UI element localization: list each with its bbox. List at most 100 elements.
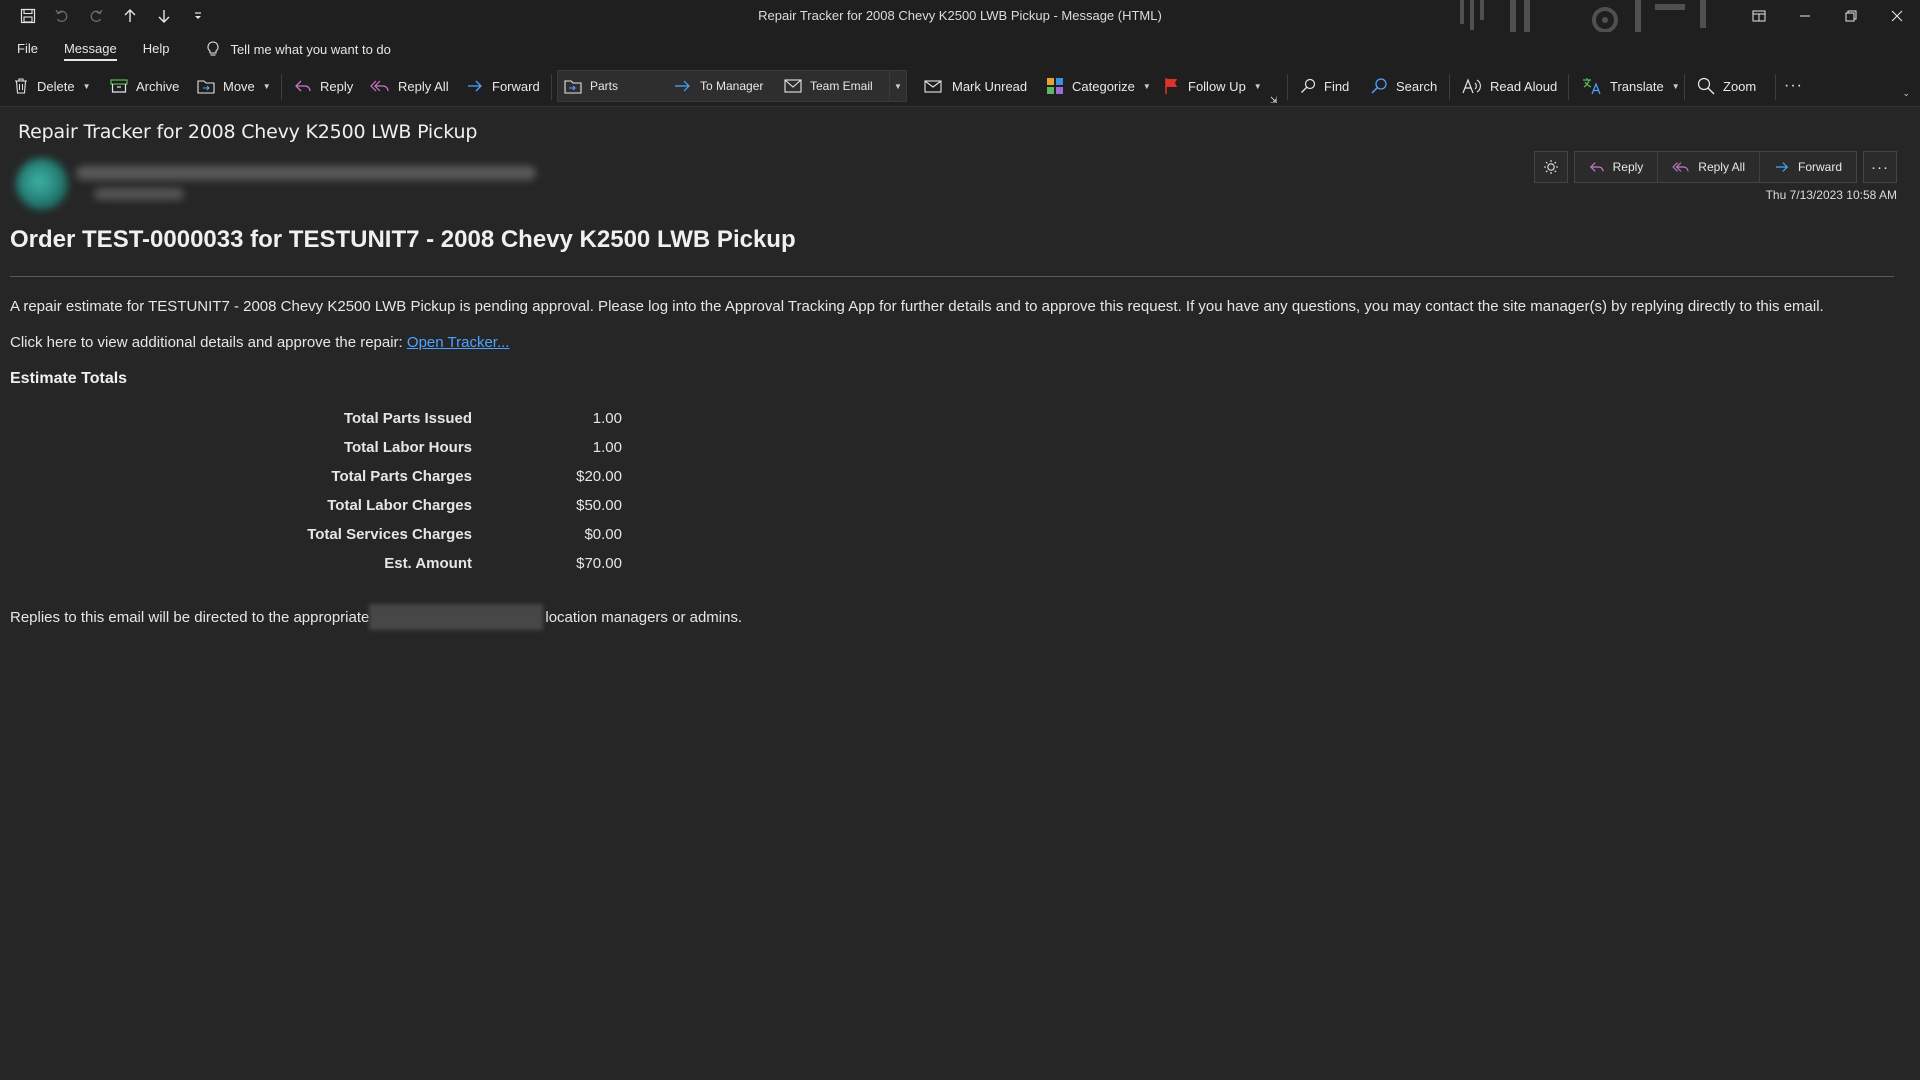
archive-button[interactable]: Archive xyxy=(110,66,179,106)
translate-label: Translate xyxy=(1610,78,1664,94)
delete-button[interactable]: Delete ▼ xyxy=(13,66,91,106)
translate-button[interactable]: Translate ▼ xyxy=(1582,66,1680,106)
quick-step-to-manager-label: To Manager xyxy=(700,79,764,93)
ribbon-separator xyxy=(551,74,552,100)
ribbon-separator xyxy=(1449,74,1450,100)
tell-me-label: Tell me what you want to do xyxy=(230,41,391,57)
header-reply-button[interactable]: Reply xyxy=(1574,152,1659,182)
total-label: Total Services Charges xyxy=(307,526,472,543)
total-label: Total Parts Charges xyxy=(331,468,472,485)
total-label: Total Parts Issued xyxy=(343,410,472,427)
ribbon-separator xyxy=(1287,74,1288,100)
tab-file[interactable]: File xyxy=(4,32,51,66)
archive-label: Archive xyxy=(136,78,180,94)
tell-me-search[interactable]: Tell me what you want to do xyxy=(206,41,391,57)
mark-unread-button[interactable]: Mark Unread xyxy=(924,66,1027,106)
restore-icon[interactable] xyxy=(1828,0,1874,32)
more-icon: ··· xyxy=(1871,158,1889,176)
read-aloud-label: Read Aloud xyxy=(1490,78,1558,94)
forward-icon xyxy=(468,80,482,92)
footer-text-prefix: Replies to this email will be directed t… xyxy=(10,608,370,626)
window-controls xyxy=(1736,0,1920,32)
quick-step-team-email[interactable]: Team Email xyxy=(784,71,873,101)
ribbon-separator xyxy=(281,74,282,100)
chevron-down-icon: ▼ xyxy=(1671,81,1680,91)
find-button[interactable]: Find xyxy=(1300,66,1349,106)
divider xyxy=(10,276,1894,277)
forward-arrow-icon xyxy=(675,80,690,92)
tracker-paragraph-text: Click here to view additional details an… xyxy=(10,334,407,351)
table-row: Total Labor Hours 1.00 xyxy=(290,433,622,462)
estimate-totals-heading: Estimate Totals xyxy=(10,370,128,387)
move-button[interactable]: Move ▼ xyxy=(197,66,271,106)
header-forward-label: Forward xyxy=(1797,160,1842,174)
follow-up-label: Follow Up xyxy=(1188,78,1246,94)
message-actions: Reply Reply All Forward ··· xyxy=(1533,151,1897,183)
quick-steps-more-icon[interactable]: ▼ xyxy=(889,71,906,101)
tracker-paragraph: Click here to view additional details an… xyxy=(10,334,509,351)
search-label: Search xyxy=(1396,78,1438,94)
chevron-down-icon[interactable]: ▼ xyxy=(83,82,91,91)
reply-actions-group: Reply Reply All Forward xyxy=(1573,151,1857,183)
menu-tabs: File Message Help Tell me what you want … xyxy=(0,32,1920,66)
reply-all-button[interactable]: Reply All xyxy=(370,66,449,106)
message-subject: Repair Tracker for 2008 Chevy K2500 LWB … xyxy=(18,121,478,143)
follow-up-button[interactable]: Follow Up ▼ xyxy=(1164,66,1262,106)
total-value: $70.00 xyxy=(576,555,622,572)
read-aloud-button[interactable]: Read Aloud xyxy=(1462,66,1557,106)
find-icon xyxy=(1301,78,1316,93)
avatar[interactable] xyxy=(16,158,68,210)
folder-icon xyxy=(564,80,582,94)
tags-dialog-launcher-icon[interactable]: ⇲ xyxy=(1270,94,1278,106)
reply-all-label: Reply All xyxy=(398,78,449,94)
quick-step-parts-label: Parts xyxy=(590,79,619,93)
reply-all-icon xyxy=(370,80,389,92)
search-button[interactable]: Search xyxy=(1370,66,1437,106)
forward-button[interactable]: Forward xyxy=(466,66,540,106)
total-value: 1.00 xyxy=(592,439,622,456)
ribbon-display-options-icon[interactable] xyxy=(1736,0,1782,32)
delete-label: Delete xyxy=(37,78,75,94)
message-datetime: Thu 7/13/2023 10:58 AM xyxy=(1765,188,1897,202)
ribbon-separator xyxy=(1568,74,1569,100)
zoom-button[interactable]: Zoom xyxy=(1697,66,1756,106)
header-reply-label: Reply xyxy=(1612,160,1644,174)
table-row: Total Services Charges $0.00 xyxy=(290,520,622,549)
categorize-button[interactable]: Categorize ▼ xyxy=(1046,66,1151,106)
translate-icon xyxy=(1583,78,1601,95)
header-forward-button[interactable]: Forward xyxy=(1759,152,1856,182)
total-label: Total Labor Charges xyxy=(327,497,472,514)
header-reply-all-button[interactable]: Reply All xyxy=(1658,152,1760,182)
quick-step-parts[interactable]: Parts xyxy=(564,71,618,101)
tab-message[interactable]: Message xyxy=(51,32,130,66)
estimate-totals-table: Total Parts Issued 1.00 Total Labor Hour… xyxy=(290,404,622,578)
more-actions-button[interactable]: ··· xyxy=(1863,151,1897,183)
chevron-down-icon: ▼ xyxy=(262,81,271,91)
collapse-ribbon-icon[interactable]: ⌄ xyxy=(1902,88,1910,99)
table-row: Total Parts Charges $20.00 xyxy=(290,462,622,491)
reply-button[interactable]: Reply xyxy=(294,66,353,106)
search-icon xyxy=(1371,78,1387,94)
find-label: Find xyxy=(1324,78,1350,94)
minimize-icon[interactable] xyxy=(1782,0,1828,32)
total-label: Est. Amount xyxy=(384,555,472,572)
theme-toggle-button[interactable] xyxy=(1533,151,1568,183)
table-row: Est. Amount $70.00 xyxy=(290,549,622,578)
table-row: Total Parts Issued 1.00 xyxy=(290,404,622,433)
mail-icon xyxy=(784,79,802,93)
total-label: Total Labor Hours xyxy=(343,439,472,456)
ribbon: Delete ▼ Archive Move ▼ Reply Reply All … xyxy=(0,66,1920,107)
recipient-redacted xyxy=(94,188,184,200)
open-tracker-link[interactable]: Open Tracker... xyxy=(407,334,510,351)
quick-step-to-manager[interactable]: To Manager xyxy=(674,71,763,101)
move-label: Move xyxy=(223,78,255,94)
close-icon[interactable] xyxy=(1874,0,1920,32)
sender-name-redacted xyxy=(76,166,536,180)
archive-icon xyxy=(110,79,128,93)
more-commands-icon[interactable]: ··· xyxy=(1784,66,1803,106)
flag-icon xyxy=(1165,78,1177,94)
tab-help[interactable]: Help xyxy=(130,32,183,66)
total-value: $0.00 xyxy=(584,526,622,543)
categorize-label: Categorize xyxy=(1072,78,1135,94)
header-reply-all-label: Reply All xyxy=(1698,160,1745,174)
